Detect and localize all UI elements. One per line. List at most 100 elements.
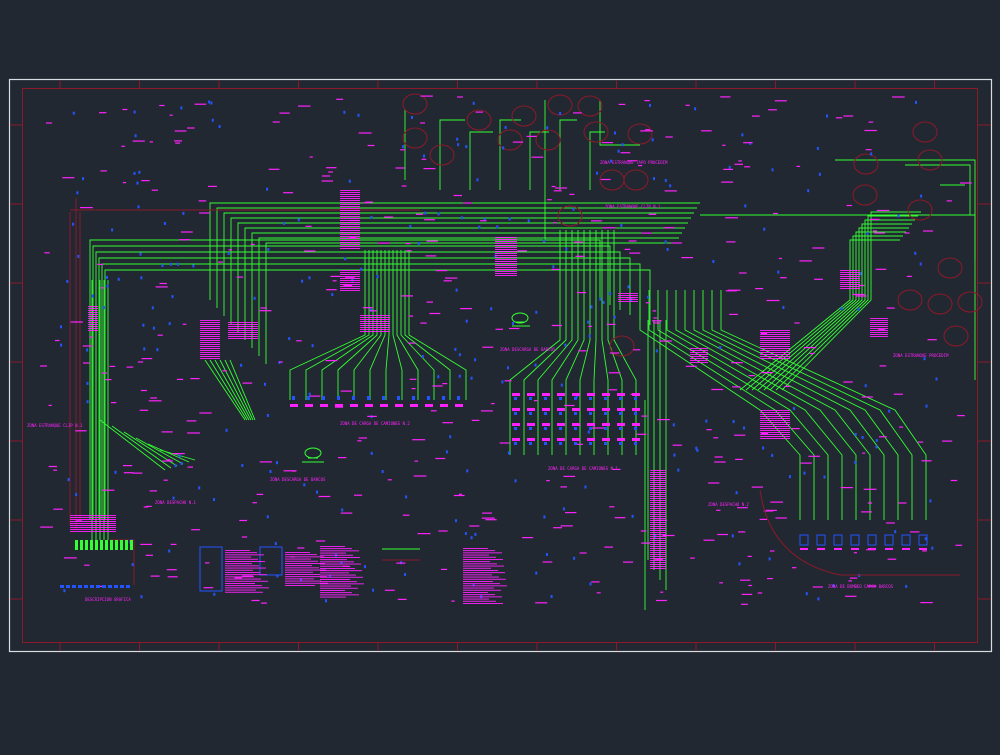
valve-symbol [381,470,384,473]
valve-symbol [857,307,860,311]
valve-symbol [225,428,228,432]
loading-bay [574,412,577,415]
tag-label [690,350,708,351]
valve-symbol [72,222,75,226]
tag-label [760,422,790,423]
valve-symbol [762,446,765,450]
valve-symbol [86,381,89,385]
tag-label [650,546,666,547]
pump-unit [919,548,927,550]
tag-label [808,455,820,457]
loading-bay [320,404,328,407]
valve-symbol [550,595,553,598]
pipe [214,359,250,421]
tag-label [849,577,858,579]
tag-label [340,218,360,219]
tag-label [728,289,741,291]
tag-label [82,362,90,364]
valve-symbol [672,423,675,427]
manifold-unit [95,540,98,550]
valve-symbol [793,407,795,411]
tag-label [774,100,787,102]
valve-symbol [920,194,923,198]
tag-label [132,472,143,474]
legend-line [320,581,357,583]
tag-label [174,130,187,132]
legend-line [225,554,264,556]
manifold-unit [115,540,118,550]
loading-bay [632,393,640,396]
loading-bay [410,404,418,407]
legend-line [225,580,268,582]
valve-symbol [72,111,75,115]
pipe [905,164,971,215]
tag-label [140,389,147,392]
tag-label [409,378,417,380]
tag-label [200,336,220,337]
tag-label [723,168,733,170]
tag-label [200,334,220,335]
loading-bay [514,442,517,445]
valve-symbol [134,134,137,138]
tag-label [228,330,258,331]
tag-label [495,273,517,274]
tag-label [495,275,517,276]
tag-label [122,108,128,111]
tag-label [609,352,620,354]
tag-label [123,472,134,474]
tag-label [578,350,587,352]
legend-line [463,587,494,589]
valve-symbol [311,344,314,348]
tag-label [358,132,372,134]
valve-symbol [470,376,473,380]
legend-line [285,554,317,556]
pump-icon [302,447,324,463]
pipe [639,290,801,520]
valve-symbol [476,178,479,182]
tag-label [40,365,47,367]
tag-label [199,212,210,214]
tag-label [792,567,797,569]
tag-label [664,190,677,192]
cad-viewport[interactable]: ZONA ESTRANQUE TAPO PROCEDIM ZONA ESTRAN… [0,0,1000,751]
tag-label [89,336,93,338]
valve-symbol [545,553,548,556]
tag-label [340,244,360,245]
tag-label [360,327,390,328]
valve-symbol [590,305,593,309]
loading-bay [529,442,532,445]
tag-label [169,114,173,116]
valve-symbol [297,218,300,222]
tag-label [175,142,181,144]
tag-label [200,340,220,341]
tag-label [650,562,666,563]
tag-label [800,462,812,464]
tag-label [340,222,360,223]
tag-label [755,288,764,290]
tag-label [731,362,743,364]
valve-symbol [458,374,461,378]
pump-unit [867,534,877,546]
tag-label [340,238,360,239]
valve-symbol [105,275,108,279]
tag-label [657,419,670,421]
tag-label [672,444,682,446]
tag-label [650,512,666,513]
loading-bay [619,397,622,400]
tag-label [840,280,860,281]
valve-symbol [111,228,114,232]
valve-symbol [559,112,562,115]
tag-label [462,202,472,204]
tank-node [912,121,938,143]
valve-symbol [805,592,808,596]
loading-bay [544,427,547,430]
tag-label [576,292,587,294]
tag-label [650,514,666,515]
legend-line [463,581,493,582]
tag-label [405,243,411,245]
loading-bay [382,396,385,400]
manifold-unit [108,585,112,588]
legend-line [463,570,498,571]
tag-label [735,458,743,460]
pipe [101,263,641,520]
